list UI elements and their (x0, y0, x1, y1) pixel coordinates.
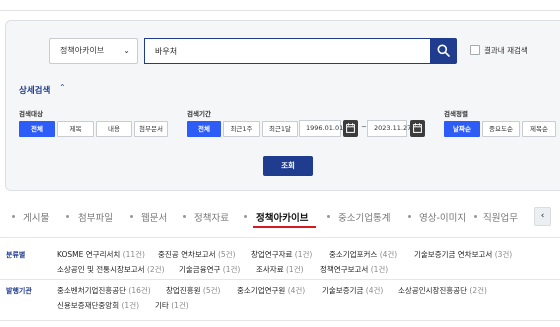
chevron-down-icon: ⌄ (123, 46, 130, 55)
start-date-field[interactable]: 1996.01.01 (299, 120, 343, 137)
tab-policy-data[interactable]: 정책자료 (194, 210, 229, 224)
target-option-all[interactable]: 전체 (19, 121, 55, 137)
facet-item[interactable]: KOSME 연구리서치 (11건) (57, 249, 145, 260)
tab-posts[interactable]: 게시물 (23, 210, 49, 224)
search-submit-button[interactable]: 조회 (263, 156, 313, 176)
search-scope-select[interactable]: 정책아카이브 ⌄ (49, 38, 138, 64)
advanced-search-title[interactable]: 상세검색 (19, 84, 50, 96)
facet-item[interactable]: 중소기업연구원 (4건) (237, 285, 305, 296)
target-option-attachment[interactable]: 첨부문서 (134, 121, 168, 137)
calendar-icon (413, 123, 422, 133)
tab-policy-archive[interactable]: 정책아카이브 (256, 210, 308, 224)
facet-item[interactable]: 기타 (1건) (155, 300, 189, 311)
chevron-up-icon[interactable]: ⌃ (59, 83, 66, 92)
facet-item[interactable]: 조사자료 (1건) (256, 264, 304, 275)
tab-separator (327, 215, 330, 218)
facet-divider (0, 279, 560, 280)
sort-option-relevance[interactable]: 중요도순 (482, 121, 520, 137)
sort-option-title[interactable]: 제목순 (522, 121, 556, 137)
search-within-label: 결과내 재검색 (484, 46, 528, 55)
facet-item[interactable]: 기술금융연구 (1건) (179, 264, 240, 275)
chevron-left-icon: ‹ (540, 211, 545, 221)
facet-item[interactable]: 기술보증기금 연차보고서 (3건) (414, 249, 512, 260)
period-option-all[interactable]: 전체 (187, 121, 221, 137)
tab-separator (12, 215, 15, 218)
tab-separator (474, 215, 477, 218)
facet-item[interactable]: 기술보증기금 (4건) (322, 285, 383, 296)
tabs-prev-button[interactable]: ‹ (534, 207, 551, 226)
sort-group-label: 검색정렬 (444, 110, 468, 118)
tab-separator (66, 215, 69, 218)
tabs-divider (0, 237, 560, 238)
tab-staff-work[interactable]: 직원업무 (483, 210, 518, 224)
period-group-label: 검색기간 (187, 110, 211, 118)
target-option-title[interactable]: 제목 (57, 121, 94, 137)
tab-separator (130, 215, 133, 218)
search-input[interactable] (144, 38, 430, 64)
tab-attachments[interactable]: 첨부파일 (78, 210, 113, 224)
tab-web-docs[interactable]: 웹문서 (141, 210, 167, 224)
facet-item[interactable]: 소상공인시장진흥공단 (2건) (398, 285, 487, 296)
tab-separator (244, 215, 247, 218)
tab-separator (183, 215, 186, 218)
facet-publisher-label: 발행기관 (6, 287, 32, 295)
search-icon (437, 44, 450, 57)
facet-item[interactable]: 신용보증재단중앙회 (1건) (57, 300, 139, 311)
target-group-label: 검색대상 (19, 110, 43, 118)
facet-item[interactable]: 소상공인 및 전통시장보고서 (2건) (57, 264, 165, 275)
facet-category-label: 분류별 (6, 251, 26, 259)
active-tab-indicator (253, 226, 316, 228)
bottom-divider (0, 320, 560, 321)
top-divider (0, 10, 560, 11)
sort-option-date[interactable]: 날짜순 (444, 121, 480, 137)
facet-item[interactable]: 중소기업포커스 (4건) (329, 249, 397, 260)
tab-sme-statistics[interactable]: 중소기업통계 (338, 210, 390, 224)
end-date-field[interactable]: 2023.11.27 (367, 120, 411, 137)
target-option-content[interactable]: 내용 (96, 121, 132, 137)
search-within-checkbox[interactable] (470, 45, 480, 55)
period-option-week[interactable]: 최근1주 (223, 121, 260, 137)
search-scope-value: 정책아카이브 (60, 46, 105, 55)
period-option-month[interactable]: 최근1달 (262, 121, 298, 137)
facet-item[interactable]: 중진공 연차보고서 (5건) (158, 249, 236, 260)
search-button[interactable] (430, 38, 457, 64)
end-calendar-button[interactable] (410, 120, 425, 137)
facet-item[interactable]: 중소벤처기업진흥공단 (16건) (57, 285, 151, 296)
date-range-separator: ~ (361, 123, 367, 131)
facet-item[interactable]: 창업연구자료 (1건) (251, 249, 312, 260)
calendar-icon (346, 123, 355, 133)
tab-separator (408, 215, 411, 218)
start-calendar-button[interactable] (343, 120, 358, 137)
tab-video-image[interactable]: 영상-이미지 (419, 210, 466, 224)
facet-item[interactable]: 정책연구보고서 (1건) (320, 264, 388, 275)
facet-item[interactable]: 창업진흥원 (5건) (166, 285, 220, 296)
